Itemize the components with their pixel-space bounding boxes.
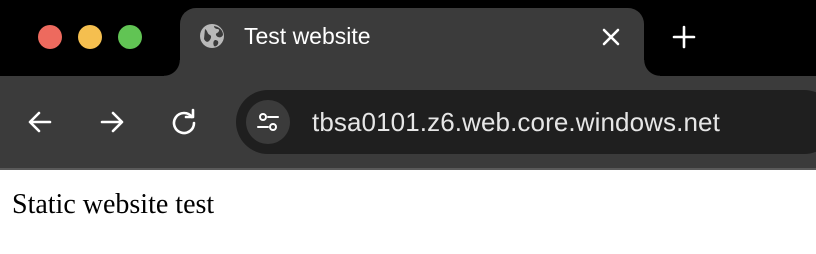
tab-strip: Test website <box>0 0 816 76</box>
window-close-button[interactable] <box>38 25 62 49</box>
arrow-right-icon[interactable] <box>98 108 126 136</box>
close-icon[interactable] <box>600 26 622 48</box>
arrow-left-icon[interactable] <box>26 108 54 136</box>
plus-icon[interactable] <box>671 24 697 50</box>
address-bar[interactable]: tbsa0101.z6.web.core.windows.net <box>236 90 816 154</box>
toolbar-divider <box>0 168 816 170</box>
url-text[interactable]: tbsa0101.z6.web.core.windows.net <box>312 107 720 137</box>
site-info-button[interactable] <box>246 100 290 144</box>
tune-icon <box>257 113 279 131</box>
browser-toolbar: tbsa0101.z6.web.core.windows.net <box>0 76 816 168</box>
reload-icon[interactable] <box>170 108 198 136</box>
window-minimize-button[interactable] <box>78 25 102 49</box>
globe-icon <box>199 23 225 49</box>
window-zoom-button[interactable] <box>118 25 142 49</box>
tab-title: Test website <box>244 23 371 49</box>
browser-tab[interactable]: Test website <box>164 8 660 76</box>
page-body-text: Static website test <box>12 189 215 220</box>
